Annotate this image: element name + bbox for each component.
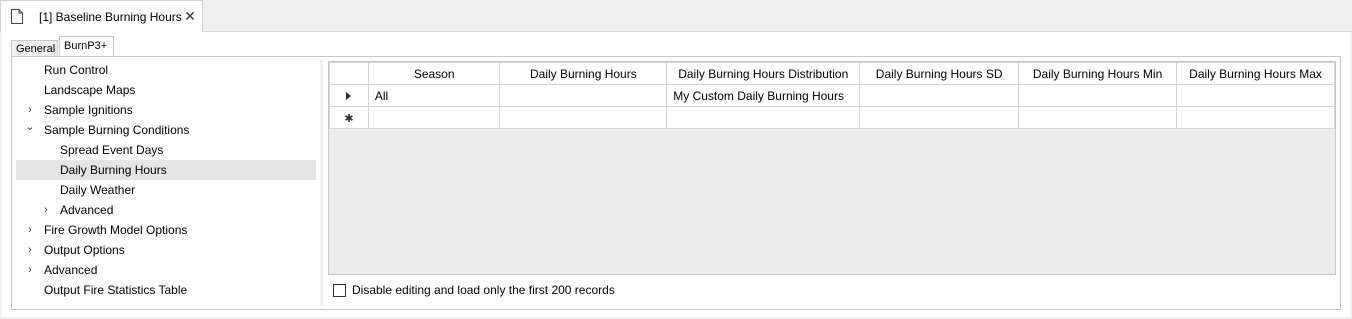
grid-table: Season Daily Burning Hours Daily Burning… (329, 62, 1335, 129)
chevron-right-icon[interactable]: › (24, 260, 36, 280)
row-header[interactable]: ✱ (329, 106, 369, 129)
cell-daily-burning-hours[interactable] (499, 106, 668, 129)
tab-general[interactable]: General (11, 40, 58, 57)
tree-item-label: Daily Burning Hours (60, 163, 167, 177)
chevron-right-icon[interactable]: › (24, 240, 36, 260)
tree-item-sample-burning-conditions[interactable]: ⌄ Sample Burning Conditions (16, 120, 316, 140)
chevron-right-icon[interactable]: › (24, 100, 36, 120)
grid-header-row: Season Daily Burning Hours Daily Burning… (329, 62, 1335, 85)
cell-daily-burning-hours[interactable] (499, 84, 668, 107)
tree-item-spread-event-days[interactable]: Spread Event Days (16, 140, 316, 160)
chevron-right-icon[interactable]: › (24, 220, 36, 240)
cell-distribution[interactable] (666, 106, 861, 129)
chevron-down-icon[interactable]: ⌄ (24, 120, 36, 140)
tree-item-label: Spread Event Days (60, 143, 164, 157)
tree-item-daily-weather[interactable]: Daily Weather (16, 180, 316, 200)
cell-sd[interactable] (859, 84, 1020, 107)
cell-min[interactable] (1018, 84, 1178, 107)
new-row-star-icon: ✱ (344, 112, 354, 125)
disable-editing-label: Disable editing and load only the first … (352, 283, 615, 297)
tree-item-run-control[interactable]: Run Control (16, 60, 316, 80)
document-icon (11, 9, 23, 24)
tree-item-label: Advanced (44, 263, 98, 277)
chevron-right-icon[interactable]: › (40, 200, 52, 220)
document-tab-title: [1] Baseline Burning Hours (39, 10, 182, 24)
tree-item-fire-growth-model-options[interactable]: › Fire Growth Model Options (16, 220, 316, 240)
column-header-max[interactable]: Daily Burning Hours Max (1176, 62, 1335, 85)
tree-item-label: Sample Ignitions (44, 103, 133, 117)
document-tab-strip: [1] Baseline Burning Hours ✕ (0, 0, 1352, 32)
cell-sd[interactable] (859, 106, 1020, 129)
cell-max[interactable] (1176, 106, 1335, 129)
cell-min[interactable] (1018, 106, 1178, 129)
disable-editing-option[interactable]: Disable editing and load only the first … (333, 283, 615, 297)
cell-season[interactable] (367, 106, 501, 129)
tree-item-label: Daily Weather (60, 183, 136, 197)
tab-burnp3[interactable]: BurnP3+ (59, 36, 114, 57)
tree-item-label: Output Fire Statistics Table (44, 283, 188, 297)
tree-item-label: Output Options (44, 243, 125, 257)
column-header-sd[interactable]: Daily Burning Hours SD (859, 62, 1020, 85)
tree-item-label: Sample Burning Conditions (44, 123, 190, 137)
tree-item-label: Landscape Maps (44, 83, 136, 97)
panel-splitter[interactable] (320, 60, 323, 305)
tree-item-output-options[interactable]: › Output Options (16, 240, 316, 260)
grid-corner-header[interactable] (329, 62, 369, 85)
tree-item-landscape-maps[interactable]: Landscape Maps (16, 80, 316, 100)
tree-item-sample-ignitions[interactable]: › Sample Ignitions (16, 100, 316, 120)
current-row-arrow-icon (346, 92, 352, 101)
column-header-distribution[interactable]: Daily Burning Hours Distribution (666, 62, 861, 85)
table-row[interactable]: All My Custom Daily Burning Hours (329, 84, 1335, 107)
column-header-min[interactable]: Daily Burning Hours Min (1018, 62, 1178, 85)
table-row-new[interactable]: ✱ (329, 106, 1335, 129)
tree-item-label: Run Control (44, 63, 109, 77)
tree-item-advanced[interactable]: › Advanced (16, 260, 316, 280)
close-icon[interactable]: ✕ (183, 7, 197, 25)
tree-item-output-fire-statistics-table[interactable]: Output Fire Statistics Table (16, 280, 316, 300)
cell-max[interactable] (1176, 84, 1335, 107)
tree-item-label: Fire Growth Model Options (44, 223, 188, 237)
tree-item-daily-burning-hours[interactable]: Daily Burning Hours (16, 160, 316, 180)
disable-editing-checkbox[interactable] (333, 283, 346, 297)
row-header[interactable] (329, 84, 369, 107)
tree-item-label: Advanced (60, 203, 114, 217)
data-grid: Season Daily Burning Hours Daily Burning… (328, 61, 1336, 275)
cell-distribution[interactable]: My Custom Daily Burning Hours (666, 84, 861, 107)
document-tab[interactable]: [1] Baseline Burning Hours ✕ (0, 0, 203, 32)
column-header-season[interactable]: Season (367, 62, 501, 85)
cell-season[interactable]: All (367, 84, 501, 107)
column-header-daily-burning-hours[interactable]: Daily Burning Hours (499, 62, 668, 85)
tree-item-advanced-sub[interactable]: › Advanced (16, 200, 316, 220)
